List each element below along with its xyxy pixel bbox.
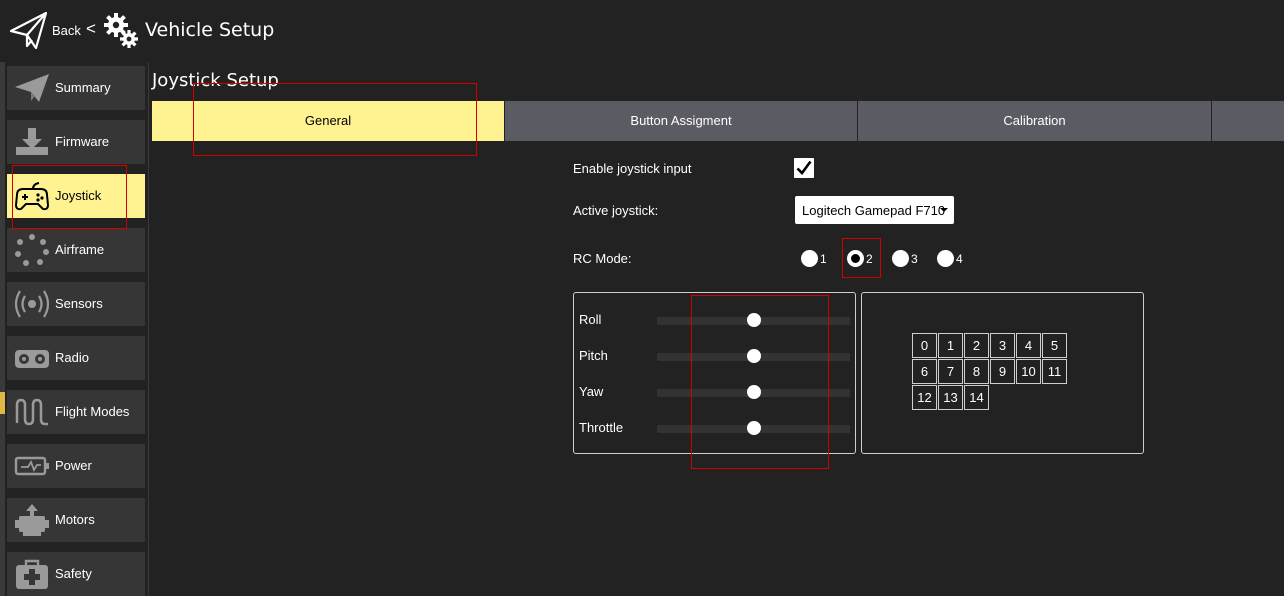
back-button[interactable]: Back	[52, 23, 81, 38]
gamepad-icon	[14, 182, 50, 211]
radio-circle	[847, 250, 864, 267]
active-joystick-dropdown[interactable]: Logitech Gamepad F710	[795, 196, 954, 224]
active-joystick-value: Logitech Gamepad F710	[802, 203, 946, 218]
sidebar-item-summary[interactable]: Summary	[7, 66, 145, 110]
rc-mode-option-label: 4	[956, 252, 963, 266]
tab-overflow[interactable]	[1212, 101, 1284, 141]
joystick-button-indicator: 10	[1016, 359, 1041, 384]
paper-plane-icon[interactable]	[8, 10, 50, 52]
page-title: Vehicle Setup	[145, 19, 275, 41]
radio-circle	[892, 250, 909, 267]
caret-down-icon	[940, 208, 948, 212]
sidebar-item-joystick[interactable]: Joystick	[7, 174, 145, 218]
sidebar-item-sensors[interactable]: Sensors	[7, 282, 145, 326]
download-icon	[16, 128, 48, 155]
tab-calibration[interactable]: Calibration	[858, 101, 1211, 141]
rc-mode-option-label: 1	[820, 252, 827, 266]
top-toolbar: Back < Vehicle Setup	[0, 0, 1284, 62]
axis-slider-thumb	[746, 313, 761, 327]
joystick-button-indicator: 2	[964, 333, 989, 358]
joystick-button-indicator: 11	[1042, 359, 1067, 384]
sidebar-item-label: Airframe	[55, 242, 105, 257]
tab-general[interactable]: General	[152, 101, 504, 141]
joystick-button-indicator: 6	[912, 359, 937, 384]
radio-transmitter-icon	[15, 350, 49, 368]
joystick-button-indicator: 0	[912, 333, 937, 358]
sidebar-item-label: Power	[55, 458, 92, 473]
sidebar-item-radio[interactable]: Radio	[7, 336, 145, 380]
button-monitor-panel: 0 1 2 3 4 5 6 7 8 9 10 11 12 13 14	[861, 292, 1144, 454]
joystick-button-indicator: 5	[1042, 333, 1067, 358]
joystick-button-indicator: 12	[912, 385, 937, 410]
axis-label: Pitch	[579, 348, 608, 363]
active-joystick-label: Active joystick:	[573, 203, 659, 218]
radio-circle	[801, 250, 818, 267]
gears-icon	[103, 12, 141, 50]
sidebar: Summary Firmware Joystick Airframe Senso…	[5, 62, 149, 596]
sidebar-item-firmware[interactable]: Firmware	[7, 120, 145, 164]
sidebar-divider	[148, 62, 149, 596]
rc-mode-option-label: 2	[866, 252, 873, 266]
joystick-button-indicator: 13	[938, 385, 963, 410]
sidebar-item-flight-modes[interactable]: Flight Modes	[7, 390, 145, 434]
section-title: Joystick Setup	[152, 70, 279, 91]
airframe-dots-icon	[15, 234, 49, 266]
axis-label: Yaw	[579, 384, 604, 399]
axis-row-roll: Roll	[574, 309, 855, 331]
flight-modes-wave-icon	[15, 398, 48, 426]
battery-icon	[14, 456, 49, 476]
sidebar-item-label: Motors	[55, 512, 95, 527]
sidebar-item-label: Joystick	[55, 188, 102, 203]
sidebar-item-label: Sensors	[55, 296, 103, 311]
axis-monitor-panel: Roll Pitch Yaw Throttle	[573, 292, 856, 454]
joystick-button-indicator: 8	[964, 359, 989, 384]
first-aid-icon	[16, 559, 48, 589]
joystick-button-indicator: 1	[938, 333, 963, 358]
joystick-button-indicator: 3	[990, 333, 1015, 358]
sensor-waves-icon	[14, 290, 50, 318]
tab-bar: General Button Assigment Calibration	[152, 101, 1284, 141]
sidebar-item-label: Radio	[55, 350, 89, 365]
checkmark-icon	[796, 160, 812, 175]
tab-button-assignment[interactable]: Button Assigment	[505, 101, 857, 141]
axis-label: Roll	[579, 312, 602, 327]
sidebar-item-label: Firmware	[55, 134, 110, 149]
sidebar-item-airframe[interactable]: Airframe	[7, 228, 145, 272]
sidebar-item-motors[interactable]: Motors	[7, 498, 145, 542]
axis-row-throttle: Throttle	[574, 417, 855, 439]
radio-circle	[937, 250, 954, 267]
axis-slider-thumb	[746, 349, 761, 363]
sidebar-item-safety[interactable]: Safety	[7, 552, 145, 596]
axis-row-pitch: Pitch	[574, 345, 855, 367]
joystick-button-indicator: 7	[938, 359, 963, 384]
rc-mode-option-label: 3	[911, 252, 918, 266]
sidebar-item-label: Summary	[55, 80, 111, 95]
plane-icon	[15, 74, 49, 102]
axis-label: Throttle	[579, 420, 624, 435]
sidebar-item-power[interactable]: Power	[7, 444, 145, 488]
enable-joystick-label: Enable joystick input	[573, 161, 692, 176]
rc-mode-label: RC Mode:	[573, 251, 632, 266]
back-chevron: <	[86, 19, 96, 38]
sidebar-item-label: Safety	[55, 566, 92, 581]
sidebar-item-label: Flight Modes	[55, 404, 130, 419]
axis-row-yaw: Yaw	[574, 381, 855, 403]
motor-icon	[15, 504, 49, 536]
joystick-button-indicator: 9	[990, 359, 1015, 384]
joystick-button-indicator: 4	[1016, 333, 1041, 358]
joystick-button-indicator: 14	[964, 385, 989, 410]
axis-slider-thumb	[746, 421, 761, 435]
enable-joystick-checkbox[interactable]	[794, 158, 814, 178]
axis-slider-thumb	[746, 385, 761, 399]
